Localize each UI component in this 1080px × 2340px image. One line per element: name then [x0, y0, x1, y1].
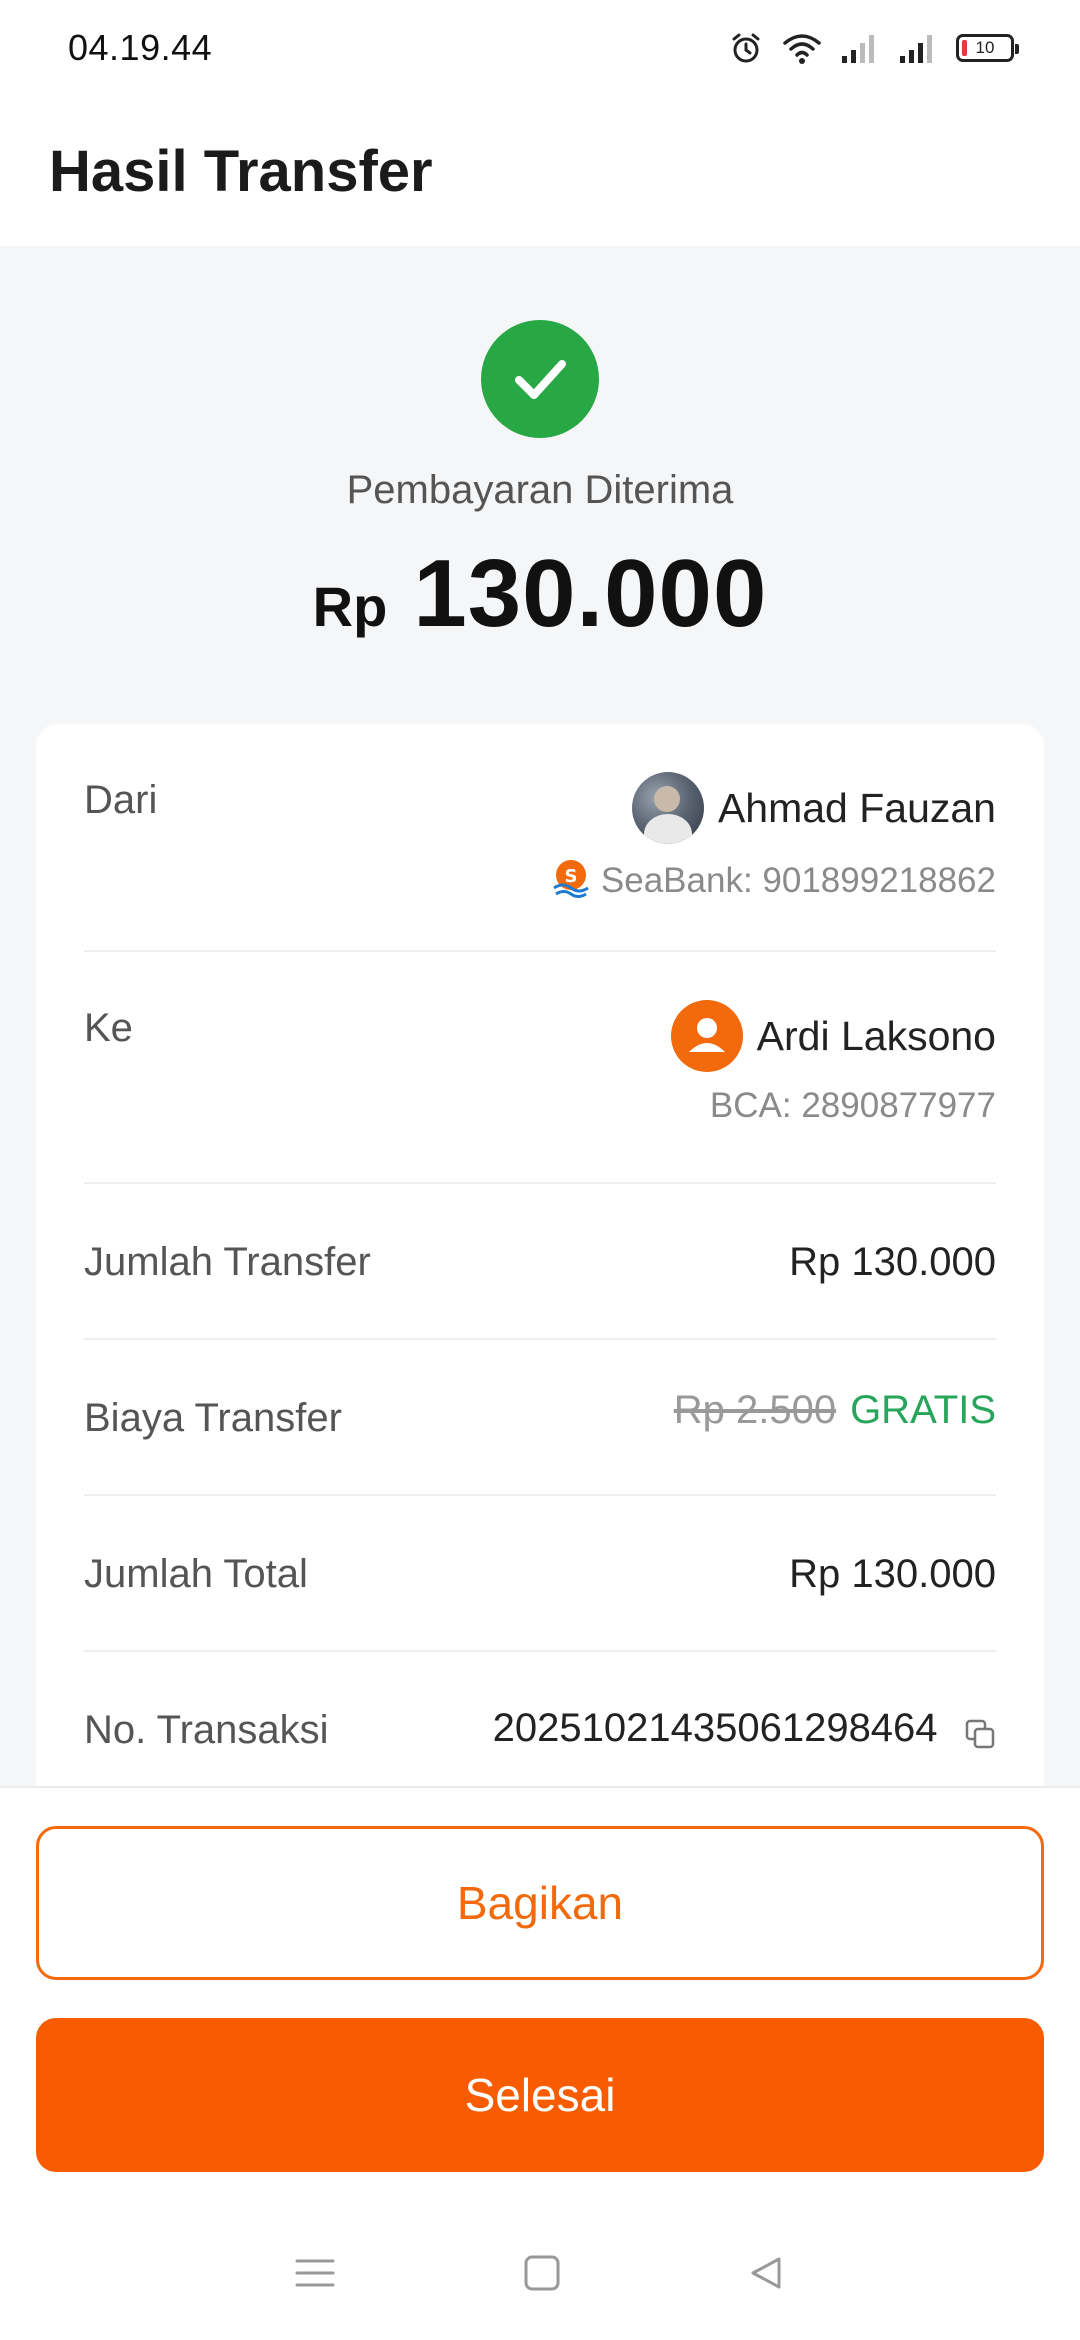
amount-value: 130.000	[413, 540, 768, 647]
sender-account: SeaBank: 901899218862	[600, 860, 996, 900]
fee-free-badge: GRATIS	[850, 1388, 996, 1432]
amount-display: Rp 130.000	[0, 539, 1080, 649]
amount-currency: Rp	[312, 575, 388, 638]
action-panel: Bagikan Selesai	[0, 1786, 1080, 2340]
person-icon	[670, 1000, 743, 1072]
sender-avatar	[631, 772, 704, 844]
page-title: Hasil Transfer	[49, 138, 433, 204]
original-fee: Rp 2.500	[673, 1388, 837, 1432]
svg-text:S: S	[564, 866, 577, 887]
seabank-logo-icon: S	[551, 858, 591, 903]
status-time: 04.19.44	[68, 27, 213, 68]
transfer-amount-value: Rp 130.000	[789, 1240, 996, 1284]
back-icon[interactable]	[747, 2253, 787, 2298]
from-label: Dari	[84, 778, 158, 822]
signal-icon	[898, 32, 938, 64]
total-amount-label: Jumlah Total	[84, 1552, 308, 1596]
transfer-amount-label: Jumlah Transfer	[84, 1240, 371, 1284]
done-button[interactable]: Selesai	[36, 2018, 1044, 2172]
battery-icon: 10	[956, 34, 1019, 62]
to-row: Ke Ardi Laksono BCA: 2890877977	[84, 952, 996, 1184]
system-nav-bar	[0, 2210, 1080, 2340]
home-icon[interactable]	[522, 2253, 562, 2298]
transaction-number-label: No. Transaksi	[84, 1708, 329, 1752]
copy-icon[interactable]	[964, 1718, 996, 1755]
battery-level: 10	[975, 38, 995, 57]
transfer-amount-row: Jumlah Transfer Rp 130.000	[84, 1184, 996, 1340]
transfer-fee-row: Biaya Transfer Rp 2.500 GRATIS	[84, 1340, 996, 1496]
result-summary: Pembayaran Diterima Rp 130.000	[0, 246, 1080, 649]
share-button[interactable]: Bagikan	[36, 1826, 1044, 1980]
status-bar: 04.19.44 10	[0, 0, 1080, 96]
status-icons: 10	[728, 30, 1019, 66]
sender-name: Ahmad Fauzan	[717, 784, 996, 831]
app-header: Hasil Transfer	[0, 96, 1080, 246]
transaction-number-value: 20251021435061298464	[492, 1706, 938, 1750]
total-amount-row: Jumlah Total Rp 130.000	[84, 1496, 996, 1652]
total-amount-value: Rp 130.000	[789, 1552, 996, 1596]
payment-status: Pembayaran Diterima	[346, 468, 734, 512]
transfer-fee-label: Biaya Transfer	[84, 1396, 342, 1440]
to-label: Ke	[84, 1006, 133, 1050]
transaction-details-card: Dari Ahmad Fauzan S SeaBank: 90189921886…	[36, 724, 1044, 1824]
recipient-name: Ardi Laksono	[756, 1012, 996, 1059]
alarm-icon	[728, 30, 764, 66]
success-check-icon	[481, 320, 599, 438]
wifi-icon	[782, 31, 822, 65]
screen: 04.19.44 10 Hasil Transfer Pembayaran Di…	[0, 0, 1080, 2340]
from-row: Dari Ahmad Fauzan S SeaBank: 90189921886…	[84, 724, 996, 952]
transaction-number-row: No. Transaksi 20251021435061298464	[84, 1652, 996, 1808]
signal-icon	[840, 32, 880, 64]
menu-icon[interactable]	[293, 2253, 337, 2298]
recipient-account: BCA: 2890877977	[709, 1086, 996, 1125]
